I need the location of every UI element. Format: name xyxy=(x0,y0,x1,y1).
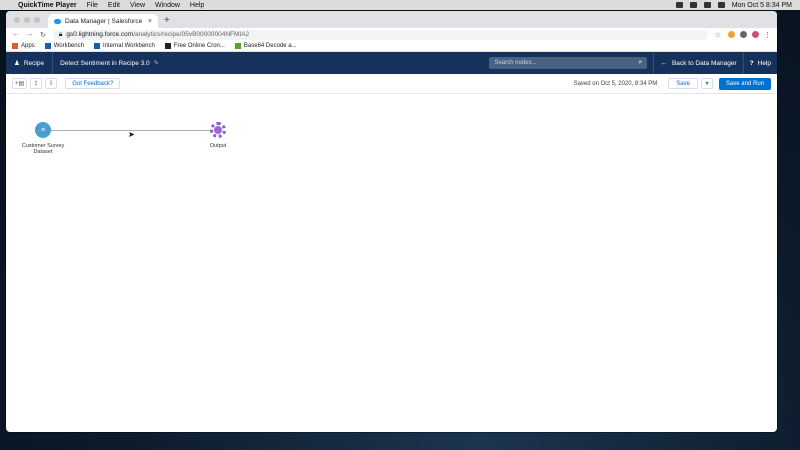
wifi-icon[interactable] xyxy=(703,2,711,8)
download-icon[interactable]: ⇩ xyxy=(45,78,58,89)
chevron-down-icon[interactable]: ▾ xyxy=(700,78,713,89)
profile-avatar[interactable] xyxy=(752,31,759,38)
add-node-button[interactable]: +▤ xyxy=(12,78,28,89)
output-node-label: Output xyxy=(209,143,227,149)
menu-view[interactable]: View xyxy=(130,2,145,9)
puzzle-icon[interactable] xyxy=(740,31,747,38)
salesforce-cloud-icon xyxy=(54,18,61,24)
menu-clock[interactable]: Mon Oct 5 8:34 PM xyxy=(732,2,792,9)
app-label: Recipe xyxy=(23,59,45,67)
bookmark-label: Workbench xyxy=(53,43,84,49)
menu-app-name[interactable]: QuickTime Player xyxy=(18,2,77,9)
help-label: Help xyxy=(757,59,771,67)
cron-icon xyxy=(164,43,171,49)
recipe-icon: ♟ xyxy=(14,60,20,67)
minimize-window-button[interactable] xyxy=(24,17,30,23)
bookmark-base64[interactable]: Base64 Decode a... xyxy=(234,43,297,49)
mouse-cursor-icon: ➤ xyxy=(128,130,135,139)
url-path: /analytics/recipe/05vB00000004NFMIA2 xyxy=(133,31,250,38)
tab-title: Data Manager | Salesforce xyxy=(65,17,143,25)
lock-icon: 🔒︎ xyxy=(58,30,63,38)
back-to-data-manager-button[interactable]: ← Back to Data Manager xyxy=(653,52,742,74)
recipe-title: Detect Sentiment in Recipe 3.0 xyxy=(60,59,150,67)
workbench-icon xyxy=(44,43,51,49)
menu-window[interactable]: Window xyxy=(155,2,180,9)
help-button[interactable]: ? Help xyxy=(742,52,777,74)
browser-tab[interactable]: Data Manager | Salesforce × xyxy=(48,14,158,28)
close-tab-icon[interactable]: × xyxy=(148,18,152,25)
tab-strip: Data Manager | Salesforce × + xyxy=(6,11,777,28)
bookmark-cron[interactable]: Free Online Cron... xyxy=(164,43,225,49)
base64-icon xyxy=(234,43,241,49)
recipe-canvas[interactable]: ≡ Customer Survey Dataset Output ➤ xyxy=(6,94,777,408)
status-icon[interactable] xyxy=(675,2,683,8)
apps-grid-icon xyxy=(12,43,18,49)
url-host: gs0.lightning.force.com xyxy=(66,31,134,38)
save-and-run-button[interactable]: Save and Run xyxy=(718,77,771,90)
close-window-button[interactable] xyxy=(14,17,20,23)
recipe-toolbar: +▤ ⇪ ⇩ Got Feedback? Saved on Oct 5, 202… xyxy=(6,74,777,94)
menu-help[interactable]: Help xyxy=(190,2,204,9)
save-button[interactable]: Save xyxy=(668,78,698,89)
address-bar-row: ← → ↻ 🔒︎ gs0.lightning.force.com/analyti… xyxy=(6,28,777,41)
search-icon[interactable]: ⌕ xyxy=(639,59,643,67)
saved-status: Saved on Oct 5, 2020, 8:34 PM xyxy=(573,80,658,87)
edit-pencil-icon[interactable]: ✎ xyxy=(154,59,159,67)
extensions: ⋮ xyxy=(728,31,771,39)
back-label: Back to Data Manager xyxy=(671,59,737,67)
search-placeholder: Search nodes... xyxy=(494,60,537,66)
browser-window: Data Manager | Salesforce × + ← → ↻ 🔒︎ g… xyxy=(6,11,777,432)
workbench-icon xyxy=(93,43,100,49)
bookmark-label: Internal Workbench xyxy=(102,43,155,49)
menu-file[interactable]: File xyxy=(87,2,98,9)
recipe-app-label[interactable]: ♟ Recipe xyxy=(6,52,54,74)
recipe-title-area[interactable]: Detect Sentiment in Recipe 3.0 ✎ xyxy=(53,52,166,74)
back-arrow-icon[interactable]: ← xyxy=(12,31,19,38)
bookmark-workbench[interactable]: Workbench xyxy=(44,43,84,49)
more-menu-icon[interactable]: ⋮ xyxy=(764,31,771,39)
maximize-window-button[interactable] xyxy=(34,17,40,23)
database-icon: ≡ xyxy=(40,126,46,134)
reload-icon[interactable]: ↻ xyxy=(40,31,46,39)
dataset-node[interactable]: ≡ xyxy=(35,122,51,138)
output-node[interactable] xyxy=(210,122,226,138)
url-field[interactable]: 🔒︎ gs0.lightning.force.com/analytics/rec… xyxy=(52,29,708,40)
forward-arrow-icon[interactable]: → xyxy=(26,31,33,38)
bookmark-label: Base64 Decode a... xyxy=(243,43,297,49)
search-nodes-input[interactable]: Search nodes... ⌕ xyxy=(489,57,648,69)
salesforce-header: ♟ Recipe Detect Sentiment in Recipe 3.0 … xyxy=(6,52,777,74)
bookmark-label: Free Online Cron... xyxy=(173,43,225,49)
feedback-button[interactable]: Got Feedback? xyxy=(65,78,121,89)
battery-icon[interactable] xyxy=(717,2,725,8)
menu-edit[interactable]: Edit xyxy=(108,2,120,9)
bookmark-internal-workbench[interactable]: Internal Workbench xyxy=(93,43,155,49)
bookmark-label: Apps xyxy=(21,43,35,49)
bookmarks-bar: Apps Workbench Internal Workbench Free O… xyxy=(6,41,777,52)
back-arrow-icon: ← xyxy=(660,59,667,67)
question-icon: ? xyxy=(749,59,754,67)
mac-menu-bar: QuickTime Player File Edit View Window H… xyxy=(0,0,800,10)
dataset-node-label: Customer Survey Dataset xyxy=(21,143,65,155)
window-controls xyxy=(6,17,48,28)
cloud-icon[interactable] xyxy=(689,2,697,8)
upload-icon[interactable]: ⇪ xyxy=(30,78,43,89)
bookmark-star-icon[interactable]: ☆ xyxy=(715,31,721,39)
bookmark-apps[interactable]: Apps xyxy=(12,43,35,49)
new-tab-button[interactable]: + xyxy=(158,15,176,28)
menu-status-area: Mon Oct 5 8:34 PM xyxy=(675,2,792,9)
extension-icon[interactable] xyxy=(728,31,735,38)
